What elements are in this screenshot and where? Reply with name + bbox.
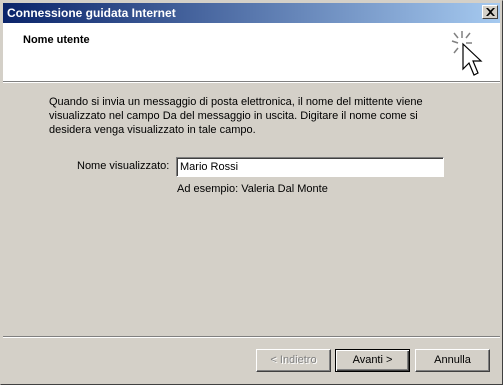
page-title: Nome utente bbox=[23, 34, 90, 46]
wizard-header: Nome utente bbox=[3, 23, 500, 81]
description-text: Quando si invia un messaggio di posta el… bbox=[49, 96, 423, 136]
header-divider bbox=[3, 81, 500, 83]
display-name-label: Nome visualizzato: bbox=[77, 160, 170, 172]
back-button[interactable]: < Indietro bbox=[256, 349, 331, 372]
wizard-window: Connessione guidata Internet Nome utente… bbox=[0, 0, 503, 385]
close-icon bbox=[486, 8, 495, 16]
cancel-button[interactable]: Annulla bbox=[415, 349, 490, 372]
example-text: Ad esempio: Valeria Dal Monte bbox=[177, 183, 328, 195]
title-bar[interactable]: Connessione guidata Internet bbox=[3, 3, 500, 23]
next-button[interactable]: Avanti > bbox=[335, 349, 410, 372]
close-button[interactable] bbox=[482, 5, 498, 19]
window-title: Connessione guidata Internet bbox=[7, 6, 176, 20]
footer-divider bbox=[3, 336, 500, 338]
display-name-input[interactable] bbox=[176, 157, 444, 177]
wizard-cursor-icon bbox=[451, 31, 483, 76]
